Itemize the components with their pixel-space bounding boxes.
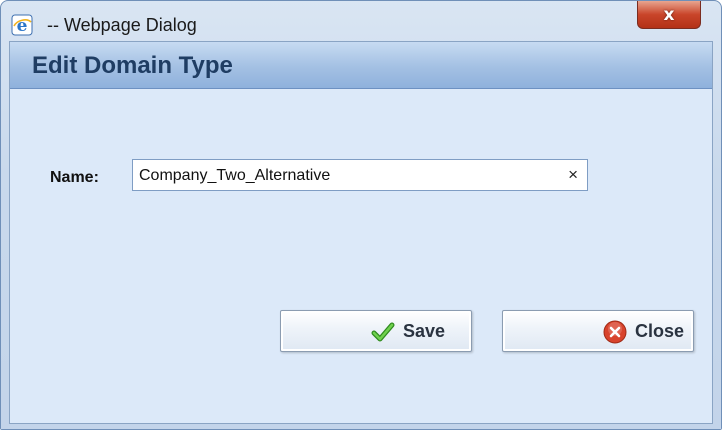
internet-explorer-icon: e [11,14,33,36]
dialog-content: Edit Domain Type Name: Company_Two_Alter… [9,41,713,424]
clear-input-icon[interactable]: × [568,165,578,185]
close-icon: x [663,4,675,25]
webpage-dialog-window: e -- Webpage Dialog x Edit Domain Type N… [0,0,722,430]
close-button[interactable]: Close [502,310,694,352]
name-input-value: Company_Two_Alternative [139,167,331,184]
title-bar: e -- Webpage Dialog x [1,1,721,39]
window-bottom-edge [1,425,721,429]
save-button[interactable]: Save [280,310,472,352]
close-button-label: Close [635,321,685,341]
window-title: -- Webpage Dialog [47,15,197,35]
name-input[interactable]: Company_Two_Alternative × [132,159,588,191]
dialog-heading: Edit Domain Type [32,52,233,79]
checkmark-icon [371,320,395,344]
cancel-circle-icon [603,320,627,344]
svg-text:e: e [17,16,28,36]
window-close-button[interactable]: x [637,1,701,29]
save-button-label: Save [403,321,446,341]
name-label: Name: [50,169,99,186]
section-header: Edit Domain Type [10,42,712,89]
